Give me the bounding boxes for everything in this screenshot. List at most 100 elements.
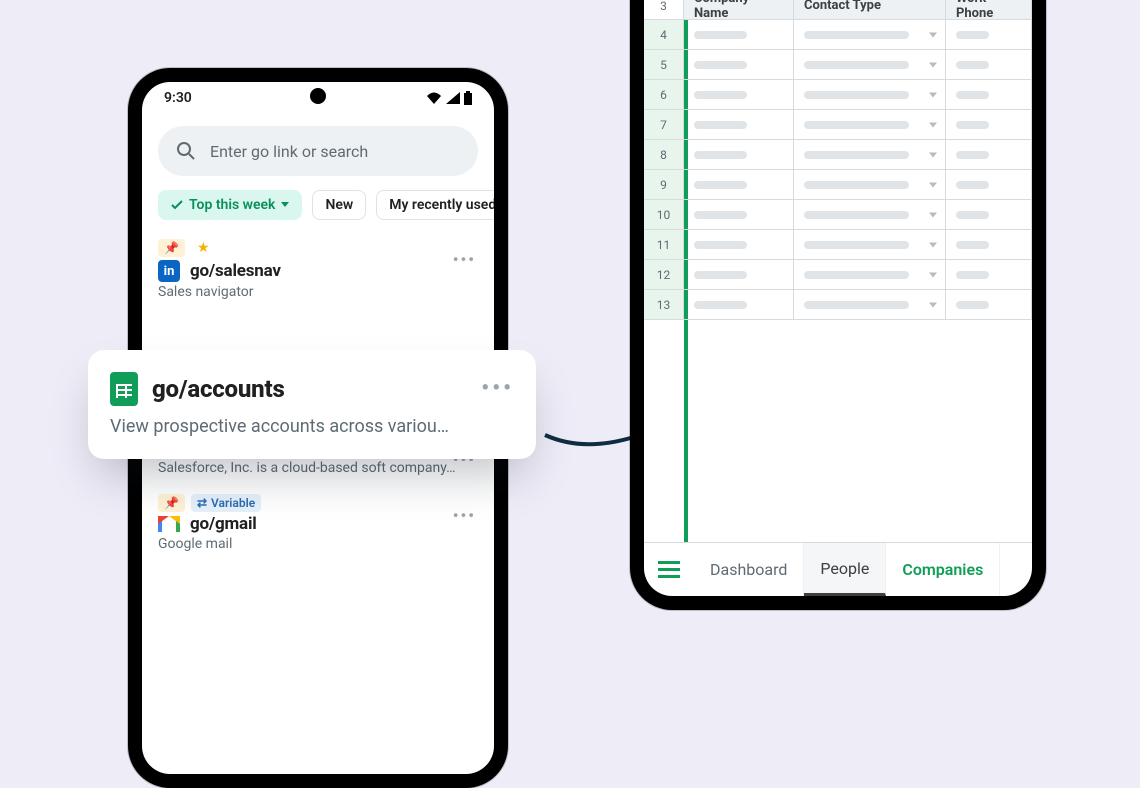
row-number: 13 <box>644 290 684 320</box>
cell[interactable] <box>946 140 1032 170</box>
chip-top-this-week[interactable]: Top this week <box>158 190 302 220</box>
sheet-row: 6 <box>644 80 1032 110</box>
search-icon <box>176 141 196 161</box>
cell[interactable] <box>684 140 794 170</box>
sheet-row: 11 <box>644 230 1032 260</box>
chevron-down-icon <box>929 32 937 37</box>
cell[interactable] <box>684 80 794 110</box>
cell[interactable] <box>684 110 794 140</box>
chevron-down-icon <box>929 182 937 187</box>
sheet-row: 10 <box>644 200 1032 230</box>
cell[interactable] <box>946 260 1032 290</box>
col-header[interactable]: Work Phone <box>946 0 1032 20</box>
linkedin-icon: in <box>158 260 180 282</box>
cell[interactable] <box>794 260 946 290</box>
chevron-down-icon <box>929 92 937 97</box>
list-item[interactable]: 📌 ★ in go/salesnav Sales navigator ••• <box>158 234 478 314</box>
item-subtitle: Sales navigator <box>158 284 478 300</box>
cell[interactable] <box>946 200 1032 230</box>
highlight-subtitle: View prospective accounts across variou… <box>110 416 510 437</box>
tab-people[interactable]: People <box>804 543 886 596</box>
chevron-down-icon <box>929 62 937 67</box>
chip-recent[interactable]: My recently used <box>376 190 494 220</box>
chevron-down-icon <box>929 302 937 307</box>
sheet-row: 7 <box>644 110 1032 140</box>
cell[interactable] <box>684 290 794 320</box>
chevron-down-icon <box>929 272 937 277</box>
cell[interactable] <box>794 170 946 200</box>
pin-icon: 📌 <box>158 239 185 257</box>
more-icon[interactable]: ••• <box>453 250 476 269</box>
row-number: 8 <box>644 140 684 170</box>
cell[interactable] <box>946 20 1032 50</box>
row-number: 7 <box>644 110 684 140</box>
item-title: go/salesnav <box>190 261 281 281</box>
more-icon[interactable]: ••• <box>481 376 514 401</box>
chevron-down-icon <box>929 212 937 217</box>
chip-new[interactable]: New <box>312 190 366 220</box>
phone-right-screen: 1 go/accounts 2 3 Company Name Contact T… <box>644 0 1032 596</box>
sheet-row: 4 <box>644 20 1032 50</box>
row-number: 12 <box>644 260 684 290</box>
cell[interactable] <box>946 170 1032 200</box>
cell[interactable] <box>684 200 794 230</box>
battery-icon <box>464 91 472 105</box>
tab-dashboard[interactable]: Dashboard <box>694 543 804 596</box>
cell[interactable] <box>794 200 946 230</box>
cell[interactable] <box>946 80 1032 110</box>
cell[interactable] <box>684 260 794 290</box>
spreadsheet[interactable]: 1 go/accounts 2 3 Company Name Contact T… <box>644 0 1032 542</box>
cell[interactable] <box>946 290 1032 320</box>
sheets-icon <box>110 372 138 406</box>
pin-icon: 📌 <box>158 494 185 512</box>
cell[interactable] <box>946 230 1032 260</box>
item-subtitle: Google mail <box>158 536 478 552</box>
row-number: 6 <box>644 80 684 110</box>
sheet-row: 9 <box>644 170 1032 200</box>
tab-companies[interactable]: Companies <box>886 543 1000 596</box>
filter-chips: Top this week New My recently used <box>142 190 494 230</box>
camera-dot <box>310 88 326 104</box>
row-number: 4 <box>644 20 684 50</box>
cell[interactable] <box>684 50 794 80</box>
cell[interactable] <box>946 50 1032 80</box>
search-input[interactable]: Enter go link or search <box>158 126 478 176</box>
col-header[interactable]: Contact Type <box>794 0 946 20</box>
list-item[interactable]: 📌 ⇄ Variable go/gmail Google mail ••• <box>158 490 478 566</box>
more-icon[interactable]: ••• <box>453 506 476 525</box>
highlight-card[interactable]: go/accounts View prospective accounts ac… <box>88 350 536 459</box>
cell[interactable] <box>794 50 946 80</box>
gmail-icon <box>158 516 180 532</box>
cell[interactable] <box>794 290 946 320</box>
cell[interactable] <box>794 230 946 260</box>
check-icon <box>171 199 183 211</box>
item-subtitle: Salesforce, Inc. is a cloud-based soft c… <box>158 460 478 476</box>
hamburger-icon[interactable] <box>644 543 694 596</box>
cell[interactable] <box>684 170 794 200</box>
chevron-down-icon <box>929 122 937 127</box>
sheet-data-rows: 45678910111213 <box>644 20 1032 320</box>
sheet-row: 13 <box>644 290 1032 320</box>
row-number: 11 <box>644 230 684 260</box>
cell[interactable] <box>684 20 794 50</box>
row-number: 10 <box>644 200 684 230</box>
signal-icon <box>446 92 460 104</box>
highlight-title: go/accounts <box>152 375 285 403</box>
row-number: 9 <box>644 170 684 200</box>
cell[interactable] <box>794 110 946 140</box>
cell[interactable] <box>684 230 794 260</box>
star-icon: ★ <box>191 238 216 258</box>
variable-badge: ⇄ Variable <box>191 494 261 512</box>
phone-right-frame: 1 go/accounts 2 3 Company Name Contact T… <box>630 0 1046 610</box>
cell[interactable] <box>794 80 946 110</box>
cell[interactable] <box>946 110 1032 140</box>
sheet-row: 8 <box>644 140 1032 170</box>
sheet-row: 5 <box>644 50 1032 80</box>
col-header[interactable]: Company Name <box>684 0 794 20</box>
row-number: 5 <box>644 50 684 80</box>
wifi-icon <box>426 92 442 104</box>
cell[interactable] <box>794 20 946 50</box>
sheet-tabs: Dashboard People Companies <box>644 542 1032 596</box>
sheet-row: 12 <box>644 260 1032 290</box>
cell[interactable] <box>794 140 946 170</box>
